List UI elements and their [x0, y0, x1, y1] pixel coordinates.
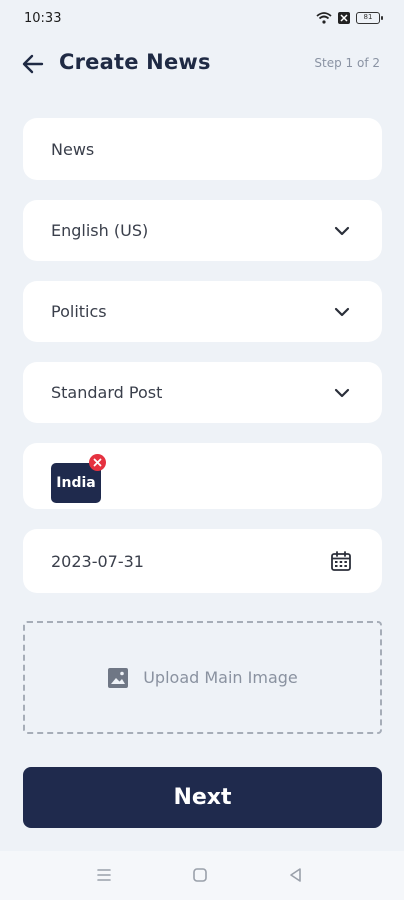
- date-value: 2023-07-31: [51, 551, 144, 571]
- back-arrow-icon[interactable]: [20, 51, 46, 77]
- chevron-down-icon: [334, 226, 350, 235]
- wifi-icon: [316, 12, 332, 24]
- status-icons: 81: [316, 12, 383, 24]
- chevron-down-icon: [334, 307, 350, 316]
- system-nav-bar: [0, 851, 404, 900]
- category-type-field[interactable]: News: [23, 118, 382, 180]
- menu-icon[interactable]: [95, 866, 113, 884]
- battery-indicator: 81: [356, 12, 383, 24]
- back-icon[interactable]: [287, 866, 305, 884]
- image-icon: [108, 667, 129, 688]
- post-type-value: Standard Post: [51, 383, 163, 402]
- tags-field[interactable]: India: [23, 443, 382, 509]
- status-bar: 10:33 81: [0, 0, 404, 36]
- post-type-select[interactable]: Standard Post: [23, 362, 382, 423]
- topic-select[interactable]: Politics: [23, 281, 382, 342]
- language-select[interactable]: English (US): [23, 200, 382, 261]
- language-value: English (US): [51, 221, 149, 240]
- category-type-value: News: [51, 139, 95, 159]
- status-time: 10:33: [24, 10, 62, 26]
- upload-label: Upload Main Image: [143, 668, 298, 687]
- chevron-down-icon: [334, 388, 350, 397]
- home-icon[interactable]: [191, 866, 209, 884]
- topic-value: Politics: [51, 302, 107, 321]
- date-field[interactable]: 2023-07-31: [23, 529, 382, 593]
- remove-tag-button[interactable]: [89, 454, 106, 471]
- close-icon: [93, 458, 102, 467]
- upload-main-image-area[interactable]: Upload Main Image: [23, 621, 382, 734]
- calendar-icon[interactable]: [330, 550, 352, 572]
- step-indicator: Step 1 of 2: [314, 56, 380, 70]
- page-title: Create News: [59, 50, 211, 74]
- notification-icon: [338, 12, 350, 24]
- header: Create News Step 1 of 2: [0, 44, 404, 84]
- next-button[interactable]: Next: [23, 767, 382, 828]
